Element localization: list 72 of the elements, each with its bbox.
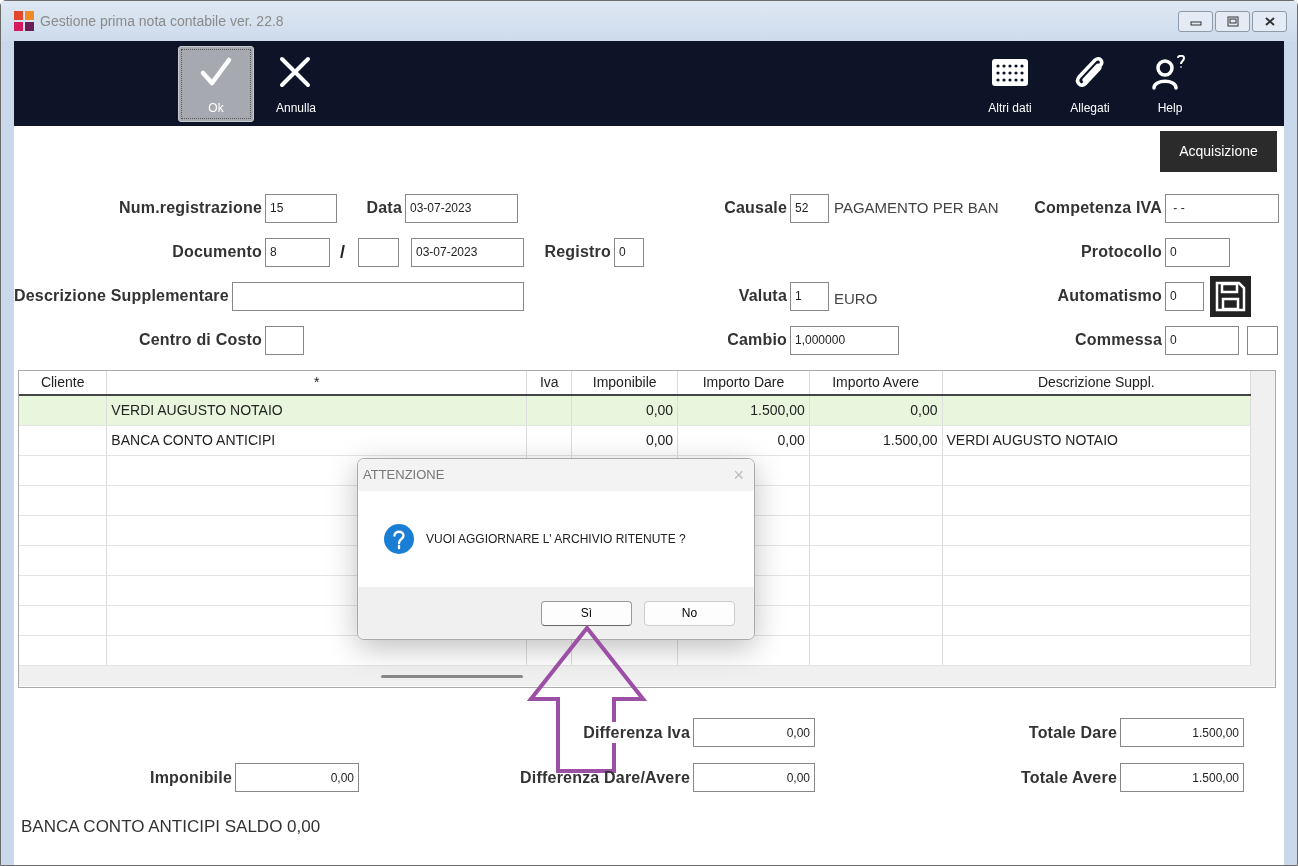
field-label: Descrizione Supplementare: [14, 286, 229, 306]
table-cell: 0,00: [809, 395, 943, 425]
close-button[interactable]: [1252, 10, 1287, 32]
input-field[interactable]: 52: [790, 193, 829, 223]
question-icon: [384, 524, 414, 554]
minimize-button[interactable]: [1178, 10, 1213, 32]
save-icon[interactable]: [1210, 275, 1251, 317]
field-label: Differenza Dare/Avere: [519, 767, 690, 788]
toolbar-button[interactable]: Help: [1132, 45, 1208, 122]
table-cell: 0,00: [571, 395, 678, 425]
slash-separator: /: [339, 240, 346, 264]
input-field[interactable]: - -: [1165, 193, 1279, 223]
input-field[interactable]: 8: [265, 237, 330, 267]
dialog-title: ATTENZIONE: [363, 466, 445, 485]
input-field[interactable]: [231, 281, 524, 311]
window-title: Gestione prima nota contabile ver. 22.8: [40, 11, 285, 31]
close-icon: [1263, 15, 1276, 27]
field-label: Documento: [171, 242, 262, 262]
description-text: PAGAMENTO PER BAN: [834, 197, 999, 218]
input-field[interactable]: 03-07-2023: [405, 193, 518, 223]
input-field[interactable]: 0: [1165, 325, 1239, 355]
input-field[interactable]: [358, 237, 399, 267]
input-field[interactable]: 03-07-2023: [411, 237, 524, 267]
input-field[interactable]: 0: [1165, 237, 1230, 267]
table-cell: 1.500,00: [809, 425, 943, 455]
field-label: Competenza IVA: [1033, 198, 1162, 218]
status-text: BANCA CONTO ANTICIPI SALDO 0,00: [21, 816, 322, 838]
table-cell: VERDI AUGUSTO NOTAIO: [942, 425, 1251, 455]
input-field[interactable]: 1,000000: [790, 325, 899, 355]
field-label: Centro di Costo: [138, 330, 262, 350]
field-label: Data: [365, 198, 402, 218]
vertical-scrollbar[interactable]: [1251, 371, 1275, 666]
field-label: Valuta: [737, 286, 787, 306]
input-field[interactable]: 0,00: [693, 718, 815, 747]
input-field[interactable]: 0: [1165, 281, 1204, 311]
input-field[interactable]: 0,00: [693, 763, 815, 792]
field-label: Causale: [723, 198, 787, 218]
field-label: Commessa: [1074, 330, 1162, 350]
scrollbar-thumb[interactable]: [381, 674, 523, 678]
input-field[interactable]: 1: [790, 281, 829, 311]
dialog-button[interactable]: Sì: [541, 600, 632, 626]
input-field[interactable]: 0: [614, 237, 644, 267]
app-logo-icon: [14, 11, 34, 31]
dialog-button[interactable]: No: [644, 600, 735, 626]
field-label: Registro: [543, 242, 611, 262]
field-label: Protocollo: [1079, 242, 1162, 262]
description-text: EURO: [834, 288, 878, 309]
input-field[interactable]: 1.500,00: [1120, 763, 1244, 792]
dialog-message: VUOI AGGIORNARE L' ARCHIVIO RITENUTE ?: [426, 531, 686, 548]
input-field[interactable]: 15: [265, 193, 337, 223]
toolbar-button[interactable]: Allegati: [1052, 45, 1128, 122]
table-cell: VERDI AUGUSTO NOTAIO: [106, 395, 527, 425]
input-field[interactable]: 1.500,00: [1120, 718, 1244, 747]
toolbar-button[interactable]: Altri dati: [972, 45, 1048, 122]
toolbar-button[interactable]: Annulla: [258, 45, 334, 122]
input-field[interactable]: 0,00: [235, 763, 359, 792]
field-label: Automatismo: [1056, 286, 1162, 306]
input-field[interactable]: [265, 325, 304, 355]
input-field[interactable]: [1247, 325, 1278, 355]
table-cell: 0,00: [677, 425, 810, 455]
table-cell: 0,00: [571, 425, 678, 455]
field-label: Differenza Iva: [583, 721, 690, 743]
acquisition-button[interactable]: Acquisizione: [1160, 131, 1277, 172]
maximize-icon: [1226, 15, 1239, 27]
field-label: Cambio: [726, 330, 787, 350]
table-cell: 1.500,00: [677, 395, 810, 425]
table-cell: BANCA CONTO ANTICIPI: [106, 425, 527, 455]
field-label: Totale Avere: [1019, 767, 1117, 788]
field-label: Num.registrazione: [118, 198, 262, 218]
field-label: Imponibile: [149, 767, 232, 788]
field-label: Totale Dare: [1027, 722, 1117, 743]
help-icon: [1152, 54, 1188, 91]
